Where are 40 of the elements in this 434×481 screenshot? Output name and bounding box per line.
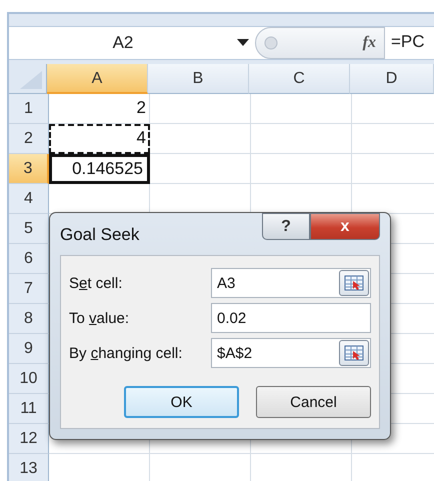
table-cell: 4 [49,124,150,154]
row-header[interactable]: 10 [9,364,49,394]
grid-arrow-icon [344,275,364,291]
row-header[interactable]: 5 [9,214,49,244]
field-label: To value: [69,310,130,326]
dialog-title: Goal Seek [60,225,140,245]
column-header[interactable]: B [148,64,249,94]
field-label: By changing cell: [69,344,182,362]
row-header[interactable]: 3 [9,154,49,184]
column-header[interactable]: A [47,64,148,94]
dialog-button[interactable]: Cancel [256,386,371,418]
range-picker-button[interactable] [339,270,369,296]
row-header[interactable]: 12 [9,424,49,454]
table-cell-text: 2 [136,97,147,119]
formula-field[interactable]: =PC [385,27,434,59]
column-header[interactable]: D [350,64,434,94]
name-box[interactable]: A2 [9,27,255,59]
column-header[interactable]: C [249,64,350,94]
close-button[interactable]: x [310,213,380,240]
row-header[interactable]: 2 [9,124,49,154]
range-picker-button[interactable] [339,340,369,366]
table-cell: 0.146525 [49,154,150,184]
collapse-handle-icon[interactable] [264,36,278,50]
field-label: Set cell: [69,274,122,292]
row-header[interactable]: 13 [9,454,49,481]
row-header[interactable]: 8 [9,304,49,334]
input-field[interactable]: 0.02 [211,303,371,333]
row-header[interactable]: 4 [9,184,49,214]
help-button[interactable]: ? [262,213,310,240]
row-header[interactable]: 11 [9,394,49,424]
row-header[interactable]: 6 [9,244,49,274]
dropdown-caret-icon[interactable] [237,39,249,47]
grid-arrow-icon [344,345,364,361]
row-header[interactable]: 9 [9,334,49,364]
input-field[interactable]: $A$2 [211,338,371,368]
insert-function-button[interactable]: fx [362,34,376,52]
dialog-button[interactable]: OK [124,386,239,418]
row-header[interactable]: 7 [9,274,49,304]
row-header[interactable]: 1 [9,94,49,124]
input-field[interactable]: A3 [211,268,371,298]
